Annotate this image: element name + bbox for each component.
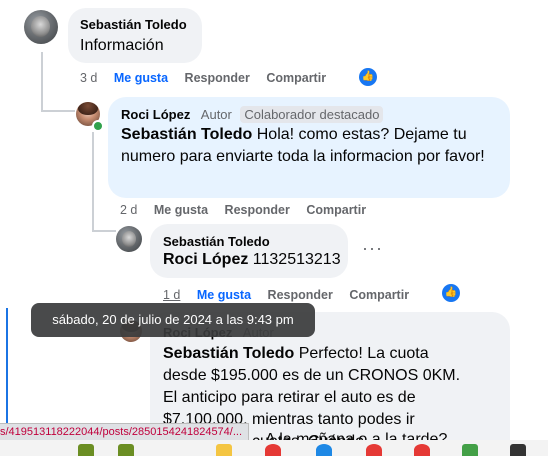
mention-link[interactable]: Sebastián Toledo: [163, 345, 294, 362]
share-button[interactable]: Compartir: [349, 288, 409, 302]
app-icon[interactable]: [510, 444, 526, 456]
thread-branch: [92, 230, 116, 232]
app-icon[interactable]: [414, 444, 430, 456]
mention-link[interactable]: Roci López: [163, 251, 248, 268]
comment-author[interactable]: Roci López: [121, 107, 190, 122]
like-button[interactable]: Me gusta: [197, 288, 251, 302]
like-button[interactable]: Me gusta: [114, 71, 168, 85]
comment-text-block: Roci López 1132513213: [163, 249, 341, 271]
mention-link[interactable]: Sebastián Toledo: [121, 126, 252, 143]
avatar[interactable]: [24, 10, 58, 44]
comment-actions: 2 d Me gusta Responder Compartir: [120, 203, 379, 217]
app-icon[interactable]: [118, 444, 134, 456]
avatar[interactable]: [116, 226, 142, 252]
comment-actions: 1 d Me gusta Responder Compartir: [163, 288, 422, 302]
share-button[interactable]: Compartir: [266, 71, 326, 85]
focus-indicator: [6, 308, 8, 423]
comment-actions: 3 d Me gusta Responder Compartir: [80, 71, 339, 85]
thread-line: [92, 132, 94, 232]
reply-button[interactable]: Responder: [185, 71, 250, 85]
like-reaction-icon[interactable]: 👍: [442, 284, 460, 302]
timestamp-tooltip: sábado, 20 de julio de 2024 a las 9:43 p…: [31, 303, 315, 337]
comment-author[interactable]: Sebastián Toledo: [163, 234, 270, 249]
top-contributor-badge: Colaborador destacado: [240, 106, 384, 123]
folder-icon[interactable]: [216, 444, 232, 456]
comment-text: Información: [80, 37, 164, 54]
reply-button[interactable]: Responder: [268, 288, 333, 302]
comment-text: 1132513213: [252, 251, 341, 268]
comment-text-block: Sebastián Toledo Hola! como estas? Dejam…: [121, 124, 491, 168]
app-icon[interactable]: [366, 444, 382, 456]
app-icon[interactable]: [265, 444, 281, 456]
app-icon[interactable]: [78, 444, 94, 456]
thread-branch: [41, 110, 75, 112]
comment-time[interactable]: 1 d: [163, 288, 180, 302]
online-status-dot: [92, 120, 104, 132]
thread-line: [41, 52, 43, 112]
comment-bubble: Sebastián Toledo Roci López 1132513213: [150, 224, 348, 278]
like-button[interactable]: Me gusta: [154, 203, 208, 217]
comment-time[interactable]: 2 d: [120, 203, 137, 217]
share-button[interactable]: Compartir: [306, 203, 366, 217]
like-reaction-icon[interactable]: 👍: [359, 68, 377, 86]
app-icon[interactable]: [462, 444, 478, 456]
comment-time[interactable]: 3 d: [80, 71, 97, 85]
comment-author[interactable]: Sebastián Toledo: [80, 17, 187, 32]
more-options-icon[interactable]: ···: [362, 238, 383, 259]
reply-button[interactable]: Responder: [225, 203, 290, 217]
comment-bubble: Roci López Autor Colaborador destacado S…: [108, 97, 510, 198]
browser-icon[interactable]: [316, 444, 332, 456]
comment-bubble: Sebastián Toledo Información: [68, 8, 202, 63]
author-badge: Autor: [200, 107, 232, 122]
